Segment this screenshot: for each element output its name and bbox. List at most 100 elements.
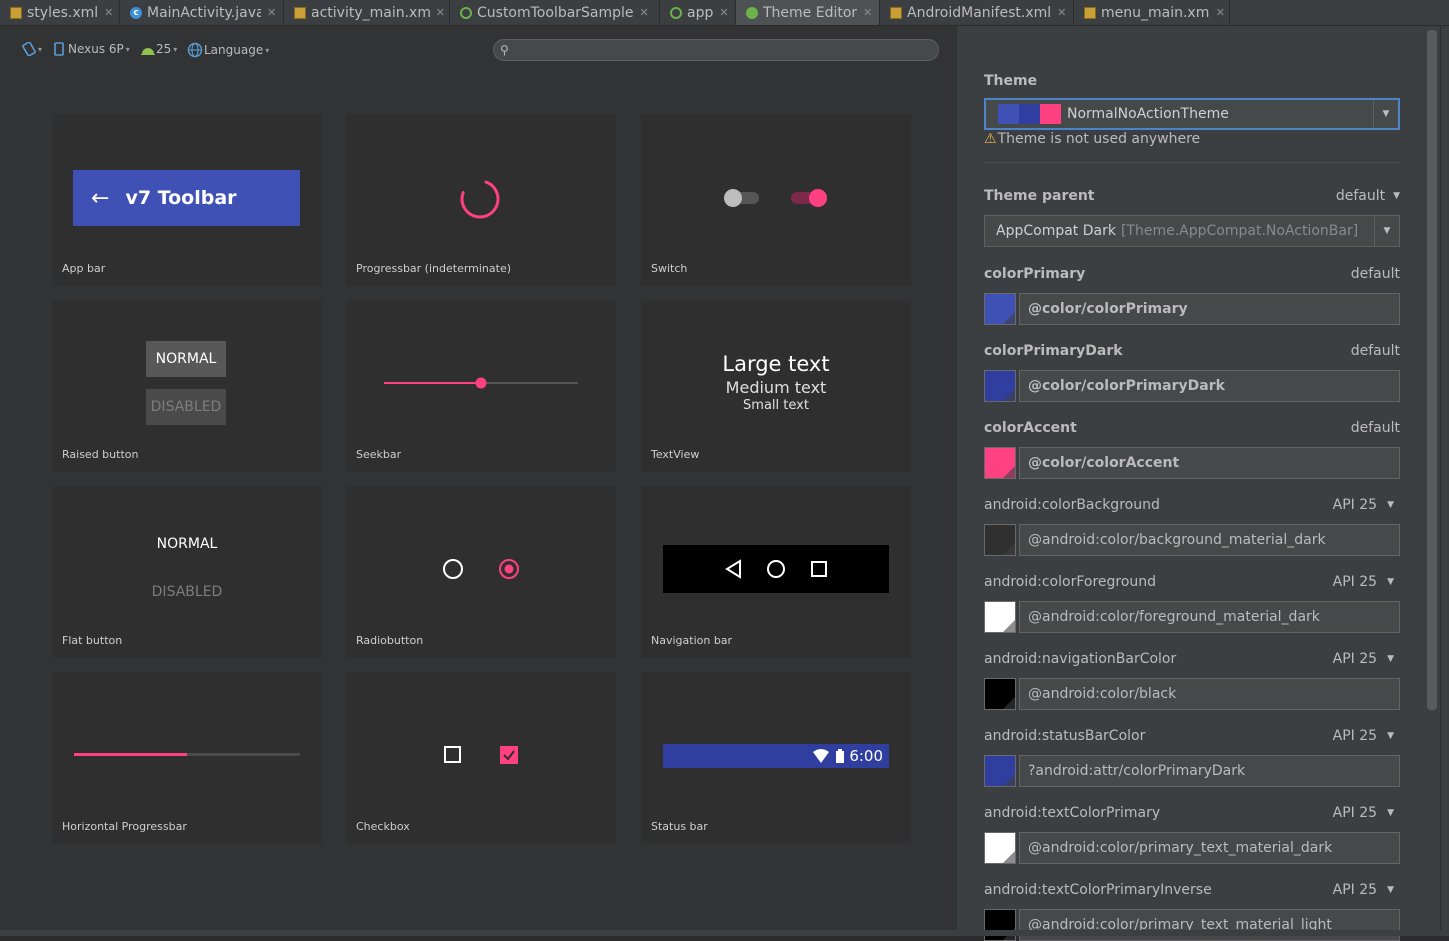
tab-menu-main-xml[interactable]: menu_main.xml ✕ — [1074, 0, 1230, 25]
language-dropdown[interactable]: Language ▾ — [187, 42, 269, 58]
attribute-scope: default — [1351, 266, 1400, 282]
tab-label: MainActivity.java — [147, 4, 261, 21]
card-label: Seekbar — [356, 448, 402, 461]
card-checkbox[interactable]: Checkbox — [346, 672, 616, 844]
chevron-down-icon: ▼ — [1387, 654, 1394, 664]
status-time: 6:00 — [849, 747, 883, 765]
card-switch[interactable]: Switch — [641, 114, 911, 286]
color-swatch[interactable] — [984, 755, 1016, 787]
color-swatch[interactable] — [984, 601, 1016, 633]
close-icon[interactable]: ✕ — [1057, 6, 1066, 19]
theme-parent-scope[interactable]: default ▼ — [1336, 188, 1400, 204]
attribute-value-field[interactable]: @color/colorPrimary — [1019, 293, 1400, 325]
search-input[interactable]: ⚲ — [493, 39, 939, 61]
orientation-dropdown[interactable]: ▾ — [22, 42, 42, 56]
attribute-value-field[interactable]: @android:color/foreground_material_dark — [1019, 601, 1400, 633]
scope-label: default — [1350, 420, 1400, 436]
attribute-name: android:textColorPrimaryInverse — [984, 882, 1212, 898]
tab-activity-main-xml[interactable]: activity_main.xml ✕ — [284, 0, 450, 25]
color-swatch[interactable] — [984, 293, 1016, 325]
wifi-battery-icon — [813, 749, 844, 763]
navigation-bar-preview — [663, 545, 889, 593]
chevron-down-icon[interactable]: ▼ — [1373, 100, 1398, 128]
card-label: Checkbox — [356, 820, 410, 833]
chevron-down-icon[interactable]: ▼ — [1374, 216, 1399, 246]
attribute-scope[interactable]: API 25 ▼ — [1333, 882, 1394, 898]
card-label: Navigation bar — [651, 634, 733, 647]
attribute-scope[interactable]: API 25 ▼ — [1333, 728, 1394, 744]
color-swatch[interactable] — [984, 832, 1016, 864]
card-status-bar[interactable]: 6:00 Status bar — [641, 672, 911, 844]
close-icon[interactable]: ✕ — [436, 6, 445, 19]
tab-theme-editor[interactable]: Theme Editor ✕ — [736, 0, 880, 25]
attribute-scope[interactable]: API 25 ▼ — [1333, 497, 1394, 513]
attribute-scope[interactable]: API 25 ▼ — [1333, 574, 1394, 590]
close-icon[interactable]: ✕ — [104, 6, 113, 19]
chevron-down-icon: ▾ — [125, 44, 130, 54]
attribute-scope[interactable]: API 25 ▼ — [1333, 805, 1394, 821]
api-level-dropdown[interactable]: 25 ▾ — [140, 42, 177, 56]
attribute-scope[interactable]: API 25 ▼ — [1333, 651, 1394, 667]
card-radiobutton[interactable]: Radiobutton — [346, 486, 616, 658]
card-textview[interactable]: Large text Medium text Small text TextVi… — [641, 300, 911, 472]
tab-label: Theme Editor — [763, 4, 858, 21]
tab-app[interactable]: app ✕ — [660, 0, 736, 25]
card-horizontal-progressbar[interactable]: Horizontal Progressbar — [52, 672, 322, 844]
color-swatch[interactable] — [984, 678, 1016, 710]
large-text: Large text — [722, 352, 830, 376]
attribute-value-field[interactable]: @android:color/primary_text_material_lig… — [1019, 909, 1400, 941]
color-swatch[interactable] — [984, 524, 1016, 556]
back-triangle-icon — [725, 559, 741, 579]
card-flat-button[interactable]: NORMAL DISABLED Flat button — [52, 486, 322, 658]
theme-preview: ▾ Nexus 6P ▾ 25 ▾ Language ▾ ⚲ ← v7 Toolbar… — [0, 26, 960, 936]
scope-label: API 25 — [1332, 497, 1378, 513]
device-dropdown[interactable]: Nexus 6P ▾ — [54, 42, 130, 56]
theme-name: NormalNoActionTheme — [1067, 106, 1229, 122]
panel-scrollbar[interactable] — [1427, 30, 1437, 710]
attribute-value-field[interactable]: @android:color/primary_text_material_dar… — [1019, 832, 1400, 864]
card-raised-button[interactable]: NORMAL DISABLED Raised button — [52, 300, 322, 472]
tab-custom-toolbar-sample[interactable]: CustomToolbarSample ✕ — [450, 0, 660, 25]
theme-parent-value: AppCompat Dark — [996, 223, 1116, 239]
swatch-fold — [1003, 620, 1015, 632]
card-app-bar[interactable]: ← v7 Toolbar App bar — [52, 114, 322, 286]
scope-label: API 25 — [1332, 728, 1378, 744]
card-navigation-bar[interactable]: Navigation bar — [641, 486, 911, 658]
attribute-value-field[interactable]: @android:color/background_material_dark — [1019, 524, 1400, 556]
close-icon[interactable]: ✕ — [267, 6, 276, 19]
theme-color-preview — [998, 104, 1061, 124]
tab-main-activity[interactable]: c MainActivity.java ✕ — [120, 0, 284, 25]
tab-label: activity_main.xml — [311, 4, 430, 21]
attribute-value-field[interactable]: @color/colorAccent — [1019, 447, 1400, 479]
medium-text: Medium text — [725, 378, 827, 397]
theme-select[interactable]: NormalNoActionTheme ▼ — [984, 98, 1400, 130]
tab-label: CustomToolbarSample — [477, 4, 634, 21]
close-icon[interactable]: ✕ — [1216, 6, 1225, 19]
attribute-value-field[interactable]: ?android:attr/colorPrimaryDark — [1019, 755, 1400, 787]
api-level: 25 — [156, 42, 172, 56]
card-label: Status bar — [651, 820, 708, 833]
accent-swatch — [1040, 104, 1061, 124]
tab-android-manifest[interactable]: AndroidManifest.xml ✕ — [880, 0, 1074, 25]
card-progressbar[interactable]: Progressbar (indeterminate) — [346, 114, 616, 286]
xml-file-icon — [890, 6, 902, 19]
close-icon[interactable]: ✕ — [719, 6, 728, 19]
attribute-value-field[interactable]: @android:color/black — [1019, 678, 1400, 710]
close-icon[interactable]: ✕ — [863, 6, 872, 19]
progress-fill — [74, 753, 187, 756]
theme-parent-select[interactable]: AppCompat Dark [Theme.AppCompat.NoAction… — [984, 215, 1400, 247]
swatch-fold — [1003, 389, 1015, 401]
color-swatch[interactable] — [984, 370, 1016, 402]
color-swatch[interactable] — [984, 447, 1016, 479]
color-swatch[interactable] — [984, 909, 1016, 941]
xml-file-icon — [10, 6, 22, 19]
close-icon[interactable]: ✕ — [640, 6, 649, 19]
editor-tab-bar: styles.xml ✕ c MainActivity.java ✕ activity… — [0, 0, 1449, 26]
card-seekbar[interactable]: Seekbar — [346, 300, 616, 472]
attribute-value-field[interactable]: @color/colorPrimaryDark — [1019, 370, 1400, 402]
raised-disabled-button: DISABLED — [146, 389, 226, 425]
flat-normal-button: NORMAL — [156, 536, 218, 552]
tab-styles-xml[interactable]: styles.xml ✕ — [0, 0, 120, 25]
theme-attributes-panel: Theme NormalNoActionTheme ▼ ⚠ Theme is no… — [960, 26, 1440, 941]
android-icon — [141, 48, 155, 55]
